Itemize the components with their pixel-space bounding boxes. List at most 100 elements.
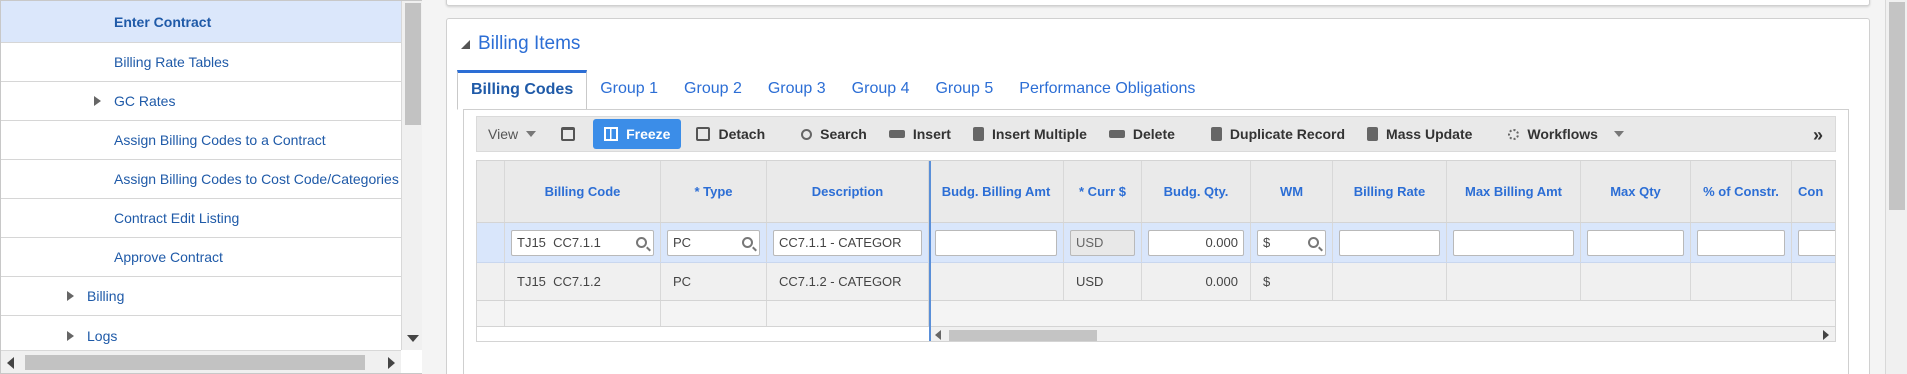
budg-billing-amt-input[interactable] [935,229,1057,256]
column-header[interactable]: WM [1251,161,1333,222]
column-header[interactable]: % of Constr. [1691,161,1792,222]
tab-billing-codes[interactable]: Billing Codes [457,70,588,110]
filter-button[interactable] [547,119,589,149]
scroll-left-arrow-icon[interactable] [935,330,941,340]
column-header[interactable]: * Type [661,161,767,222]
column-header[interactable]: Con [1792,161,1835,222]
description-input[interactable]: CC7.1.1 - CATEGOR [773,229,922,256]
scrollbar-thumb[interactable] [25,355,365,370]
pct-constr-input[interactable] [1697,229,1785,256]
con-cell[interactable] [1792,263,1835,300]
con-input[interactable] [1798,229,1835,256]
empty-cell [767,301,929,326]
column-header[interactable]: Budg. Billing Amt [929,161,1064,222]
column-header[interactable]: Max Qty [1581,161,1691,222]
column-header[interactable]: Budg. Qty. [1142,161,1251,222]
sidebar-item-billing[interactable]: Billing [1,277,401,316]
sidebar-item-assign-billing-codes-contract[interactable]: Assign Billing Codes to a Contract [1,121,401,160]
max-qty-input[interactable] [1587,229,1684,256]
freeze-button[interactable]: Freeze [593,119,682,149]
max-billing-amt-cell[interactable] [1447,263,1581,300]
search-button[interactable]: Search [790,119,878,149]
insert-button[interactable]: Insert [878,119,962,149]
expand-arrow-icon[interactable] [67,291,74,301]
sidebar-item-assign-billing-codes-cost-code[interactable]: Assign Billing Codes to Cost Code/Catego… [1,160,401,199]
expand-arrow-icon[interactable] [67,330,74,341]
column-header[interactable]: Description [767,161,929,222]
table-row-empty [477,301,1835,327]
tab-bar: Billing Codes Group 1 Group 2 Group 3 Gr… [457,70,1208,110]
row-selector[interactable] [477,263,505,300]
workflows-dropdown[interactable]: Workflows [1497,119,1635,149]
column-header[interactable]: Billing Code [505,161,661,222]
currency-cell[interactable]: USD [1064,263,1142,300]
budg-billing-amt-cell [929,223,1064,262]
budg-qty-input[interactable]: 0.000 [1148,229,1244,256]
mass-update-button[interactable]: Mass Update [1356,119,1483,149]
sidebar-vertical-scrollbar[interactable] [401,1,422,350]
view-label: View [488,126,519,142]
budg-qty-cell[interactable]: 0.000 [1142,263,1251,300]
billing-rate-cell[interactable] [1333,263,1447,300]
column-header[interactable]: Billing Rate [1333,161,1447,222]
lookup-search-icon[interactable] [742,236,753,248]
collapse-icon[interactable] [461,39,470,49]
sidebar-item-billing-rate-tables[interactable]: Billing Rate Tables [1,43,401,82]
scroll-right-arrow-icon[interactable] [1823,330,1829,340]
billing-code-cell[interactable]: TJ15 CC7.1.2 [505,263,661,300]
column-header[interactable]: * Curr $ [1064,161,1142,222]
tab-group-4[interactable]: Group 4 [839,70,923,110]
wm-value: $ [1263,235,1271,250]
wm-cell[interactable]: $ [1251,263,1333,300]
sidebar-item-label: Assign Billing Codes to Cost Code/Catego… [114,171,399,187]
grid-toolbar: View Freeze Detach Search Insert Insert … [476,116,1836,152]
table-row-editing[interactable]: TJ15 CC7.1.1 PC CC7.1.1 - CATEGOR USD 0.… [477,223,1835,263]
panel-header[interactable]: Billing Items [461,33,580,55]
sidebar-item-enter-contract[interactable]: Enter Contract [1,1,401,43]
scrollbar-thumb[interactable] [1889,2,1905,210]
type-cell[interactable]: PC [661,263,767,300]
scroll-right-arrow-icon[interactable] [388,357,395,369]
frozen-column-divider[interactable] [929,161,931,341]
page-vertical-scrollbar[interactable] [1885,0,1907,374]
scrollbar-thumb[interactable] [405,3,421,125]
lookup-search-icon[interactable] [636,236,647,248]
pct-constr-cell[interactable] [1691,263,1792,300]
scroll-down-arrow-icon[interactable] [407,335,419,342]
tab-group-2[interactable]: Group 2 [671,70,755,110]
expand-arrow-icon[interactable] [94,96,101,106]
max-qty-cell[interactable] [1581,263,1691,300]
scrollbar-thumb[interactable] [949,330,1097,341]
tab-group-3[interactable]: Group 3 [755,70,839,110]
type-cell: PC [661,223,767,262]
delete-label: Delete [1132,126,1175,142]
row-selector[interactable] [477,223,505,262]
detach-button[interactable]: Detach [685,119,776,149]
budg-billing-amt-cell[interactable] [929,263,1064,300]
duplicate-record-button[interactable]: Duplicate Record [1200,119,1356,149]
sidebar-item-gc-rates[interactable]: GC Rates [1,82,401,121]
type-input[interactable]: PC [667,229,760,256]
description-cell[interactable]: CC7.1.2 - CATEGOR [767,263,929,300]
sidebar-item-contract-edit-listing[interactable]: Contract Edit Listing [1,199,401,238]
lookup-search-icon[interactable] [1308,236,1319,248]
sidebar-horizontal-scrollbar[interactable] [1,350,401,373]
delete-button[interactable]: Delete [1098,119,1186,149]
freeze-label: Freeze [626,126,671,142]
mass-update-icon [1367,127,1379,141]
billing-code-input[interactable]: TJ15 CC7.1.1 [511,229,654,256]
max-billing-amt-input[interactable] [1453,229,1574,256]
sidebar-item-approve-contract[interactable]: Approve Contract [1,238,401,277]
grid-horizontal-scrollbar[interactable] [931,327,1835,341]
tab-group-1[interactable]: Group 1 [587,70,671,110]
wm-input[interactable]: $ [1257,229,1326,256]
table-row[interactable]: TJ15 CC7.1.2 PC CC7.1.2 - CATEGOR USD 0.… [477,263,1835,301]
view-dropdown[interactable]: View [477,119,547,149]
billing-rate-input[interactable] [1339,229,1440,256]
scroll-left-arrow-icon[interactable] [7,357,14,369]
tab-group-5[interactable]: Group 5 [922,70,1006,110]
insert-multiple-button[interactable]: Insert Multiple [962,119,1098,149]
column-header[interactable]: Max Billing Amt [1447,161,1581,222]
tab-performance-obligations[interactable]: Performance Obligations [1006,70,1208,110]
more-options-icon[interactable]: » [1813,125,1823,146]
